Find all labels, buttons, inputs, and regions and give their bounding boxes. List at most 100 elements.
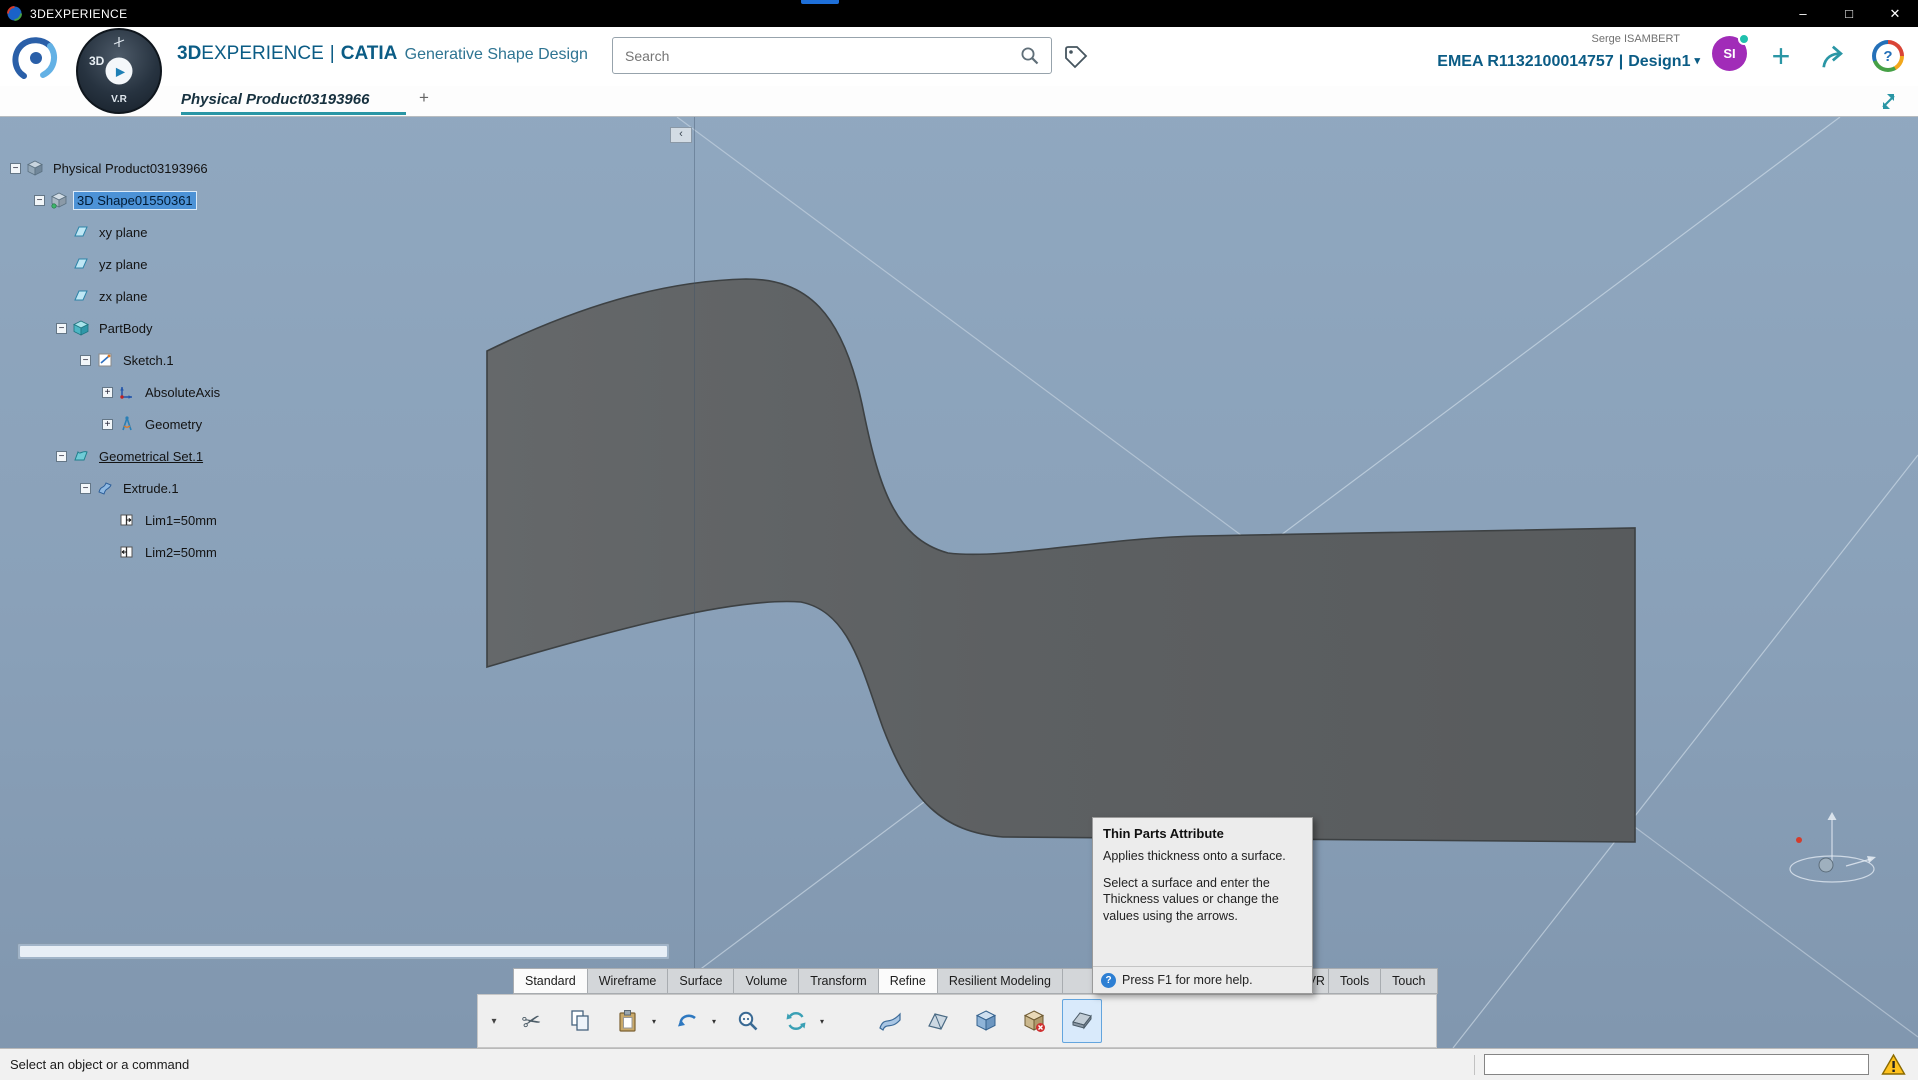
- tag-icon[interactable]: [1062, 43, 1090, 71]
- tree-expander[interactable]: −: [56, 450, 67, 462]
- minimize-button[interactable]: –: [1780, 0, 1826, 27]
- ribbon-tab-resilient-modeling[interactable]: Resilient Modeling: [936, 968, 1063, 994]
- tree-item-partbody[interactable]: − PartBody: [0, 312, 223, 344]
- tenant-label: EMEA R1132100014757: [1437, 53, 1614, 70]
- blend-surface-button[interactable]: [918, 999, 958, 1043]
- tree-expander-spacer: [56, 291, 67, 302]
- ribbon-tab-volume[interactable]: Volume: [733, 968, 800, 994]
- ribbon-tab-wireframe[interactable]: Wireframe: [586, 968, 669, 994]
- paste-button[interactable]: [608, 999, 648, 1043]
- copy-icon: [571, 1010, 589, 1031]
- update-dropdown[interactable]: ▾: [816, 1017, 828, 1026]
- tree-item-lim2[interactable]: Lim2=50mm: [0, 536, 223, 568]
- avatar-initials: SI: [1723, 46, 1736, 61]
- panel-splitter[interactable]: [694, 117, 695, 1048]
- ribbon-tab-touch[interactable]: Touch: [1380, 968, 1438, 994]
- extruded-surface[interactable]: [486, 278, 1636, 843]
- search-icon[interactable]: [1009, 38, 1051, 73]
- app-title: 3DEXPERIENCE | CATIA Generative Shape Desi…: [177, 43, 588, 65]
- toolbar-overflow-button[interactable]: ▾: [484, 1016, 504, 1027]
- tree-item-label: zx plane: [99, 288, 148, 304]
- tenant-separator: |: [1618, 53, 1624, 70]
- close-button[interactable]: ✕: [1872, 0, 1918, 27]
- tab-physical-product[interactable]: Physical Product03193966: [181, 86, 369, 114]
- tree-item-extrude-1[interactable]: − Extrude.1: [0, 472, 223, 504]
- tree-item-xy-plane[interactable]: xy plane: [0, 216, 223, 248]
- volume-cube-delete-icon: [1023, 1010, 1045, 1032]
- plane-icon: [72, 255, 90, 273]
- tree-expander[interactable]: +: [102, 418, 113, 430]
- tree-horizontal-scrollbar[interactable]: [17, 943, 670, 960]
- tooltip-footer: ? Press F1 for more help.: [1093, 966, 1312, 993]
- tooltip-footer-text: Press F1 for more help.: [1122, 973, 1253, 987]
- add-content-button[interactable]: +: [1762, 35, 1800, 77]
- tree-item-sketch-1[interactable]: − Sketch.1: [0, 344, 223, 376]
- volume-button[interactable]: [966, 999, 1006, 1043]
- 3d-viewport[interactable]: [0, 117, 1918, 1048]
- tree-expander[interactable]: −: [34, 194, 45, 206]
- tree-item-lim1[interactable]: Lim1=50mm: [0, 504, 223, 536]
- share-icon[interactable]: [1818, 41, 1850, 73]
- ribbon-tab-surface[interactable]: Surface: [667, 968, 735, 994]
- tree-expander[interactable]: −: [80, 482, 91, 494]
- tree-item-yz-plane[interactable]: yz plane: [0, 248, 223, 280]
- tree-expander[interactable]: +: [102, 386, 113, 398]
- restore-viewport-icon[interactable]: [1877, 90, 1900, 113]
- ribbon-tab-transform[interactable]: Transform: [798, 968, 879, 994]
- tree-expander[interactable]: −: [80, 354, 91, 366]
- thin-parts-tooltip: Thin Parts Attribute Applies thickness o…: [1092, 817, 1313, 994]
- remove-volume-button[interactable]: [1014, 999, 1054, 1043]
- tree-expander-spacer: [102, 547, 113, 558]
- command-input[interactable]: [1484, 1054, 1869, 1075]
- shape-icon: [50, 191, 68, 209]
- ribbon-tab-refine[interactable]: Refine: [877, 968, 938, 994]
- tree-item-geometry[interactable]: + Geometry: [0, 408, 223, 440]
- search-box: [612, 37, 1052, 74]
- undo-dropdown[interactable]: ▾: [708, 1017, 720, 1026]
- chevron-down-icon[interactable]: ▾: [1694, 55, 1700, 67]
- magnifier-icon: [738, 1011, 758, 1031]
- maximize-button[interactable]: □: [1826, 0, 1872, 27]
- undo-button[interactable]: [668, 999, 708, 1043]
- help-button[interactable]: ?: [1872, 40, 1904, 72]
- undo-icon: [678, 1014, 696, 1027]
- search-input[interactable]: [613, 47, 1009, 64]
- ribbon-tab-tools[interactable]: Tools: [1327, 968, 1382, 994]
- dassault-3ds-logo-icon[interactable]: [10, 32, 62, 87]
- cut-button[interactable]: ✂: [512, 999, 552, 1043]
- copy-button[interactable]: [560, 999, 600, 1043]
- tenant-selector[interactable]: EMEA R1132100014757 | Design1 ▾: [1330, 53, 1700, 71]
- tooltip-body-2: Select a surface and enter the Thickness…: [1103, 875, 1279, 923]
- tree-panel-collapse-button[interactable]: ‹: [670, 127, 692, 143]
- 3d-compass-widget[interactable]: 3D ▶ V.R: [76, 28, 162, 114]
- tree-item-label: Geometry: [145, 416, 203, 432]
- navigation-compass-widget[interactable]: [1789, 812, 1876, 883]
- tree-item-zx-plane[interactable]: zx plane: [0, 280, 223, 312]
- paste-dropdown[interactable]: ▾: [648, 1017, 660, 1026]
- compass-vr-label[interactable]: V.R: [111, 94, 127, 105]
- tree-item-label: PartBody: [99, 320, 153, 336]
- tree-expander[interactable]: −: [10, 162, 21, 174]
- warning-icon[interactable]: [1881, 1053, 1906, 1076]
- thin-parts-attribute-button[interactable]: [1062, 999, 1102, 1043]
- scrollbar-thumb[interactable]: [20, 946, 667, 957]
- tree-item-label: Physical Product03193966: [53, 160, 208, 176]
- sweep-surface-button[interactable]: [870, 999, 910, 1043]
- tree-item-3d-shape[interactable]: − 3D Shape01550361: [0, 184, 223, 216]
- limit-icon: [118, 543, 136, 561]
- brand-separator: |: [329, 43, 335, 64]
- ribbon-tab-standard[interactable]: Standard: [513, 968, 588, 994]
- absolute-axis-icon: [118, 383, 136, 401]
- action-toolbar: ▾ ✂ ▾ ▾ ▾: [477, 994, 1437, 1048]
- zoom-area-button[interactable]: [728, 999, 768, 1043]
- compass-3d-label[interactable]: 3D: [89, 54, 104, 68]
- tree-item-physical-product[interactable]: − Physical Product03193966: [0, 152, 223, 184]
- new-tab-button[interactable]: +: [414, 88, 434, 108]
- tree-item-absolute-axis[interactable]: + AbsoluteAxis: [0, 376, 223, 408]
- update-button[interactable]: [776, 999, 816, 1043]
- tree-item-geometrical-set[interactable]: − Geometrical Set.1: [0, 440, 223, 472]
- compass-play-button[interactable]: ▶: [105, 57, 133, 85]
- tree-item-label: Sketch.1: [123, 352, 174, 368]
- tree-expander[interactable]: −: [56, 322, 67, 334]
- avatar[interactable]: SI: [1712, 33, 1750, 71]
